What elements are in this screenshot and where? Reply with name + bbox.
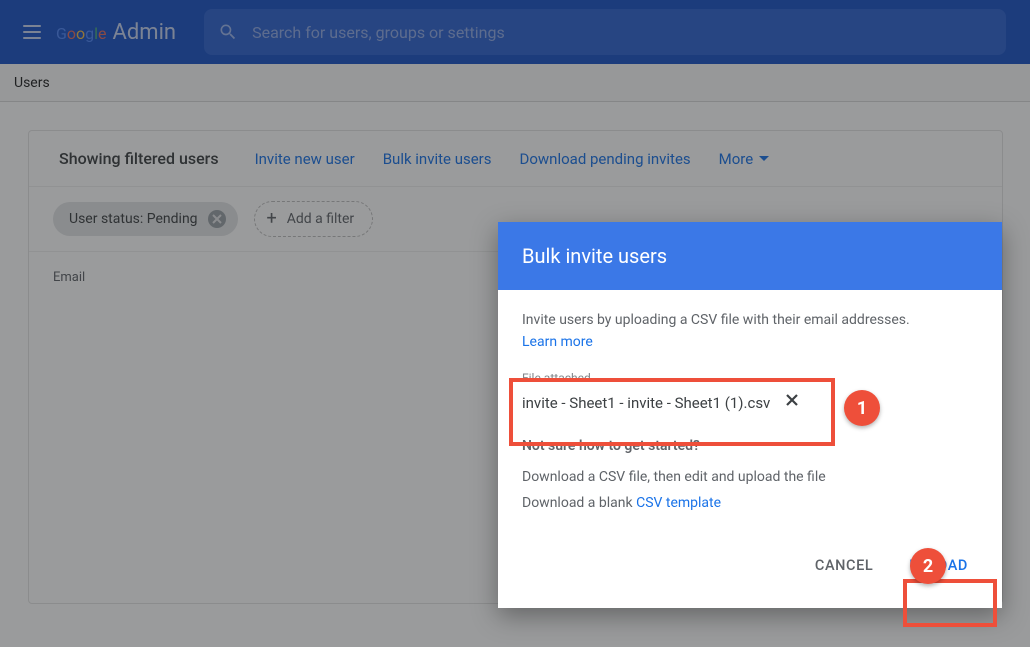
- annotation-number-2: 2: [910, 548, 946, 584]
- file-attached-block: File attached invite - Sheet1 - invite -…: [522, 369, 978, 415]
- learn-more-link[interactable]: Learn more: [522, 334, 593, 350]
- get-started-subtitle: Not sure how to get started?: [522, 436, 978, 458]
- dialog-body: Invite users by uploading a CSV file wit…: [498, 290, 1002, 521]
- remove-file-button[interactable]: [784, 392, 800, 416]
- file-row: invite - Sheet1 - invite - Sheet1 (1).cs…: [522, 392, 978, 416]
- download-hint: Download a CSV file, then edit and uploa…: [522, 467, 978, 489]
- download-blank-prefix: Download a blank: [522, 495, 636, 511]
- attached-file-name: invite - Sheet1 - invite - Sheet1 (1).cs…: [522, 392, 770, 415]
- dialog-intro: Invite users by uploading a CSV file wit…: [522, 310, 978, 332]
- file-attached-label: File attached: [522, 369, 978, 388]
- cancel-button[interactable]: CANCEL: [801, 549, 887, 582]
- close-icon: [784, 392, 800, 408]
- annotation-number-1: 1: [844, 390, 880, 426]
- csv-template-link[interactable]: CSV template: [636, 495, 721, 511]
- dialog-title: Bulk invite users: [498, 222, 1002, 290]
- download-blank-line: Download a blank CSV template: [522, 493, 978, 515]
